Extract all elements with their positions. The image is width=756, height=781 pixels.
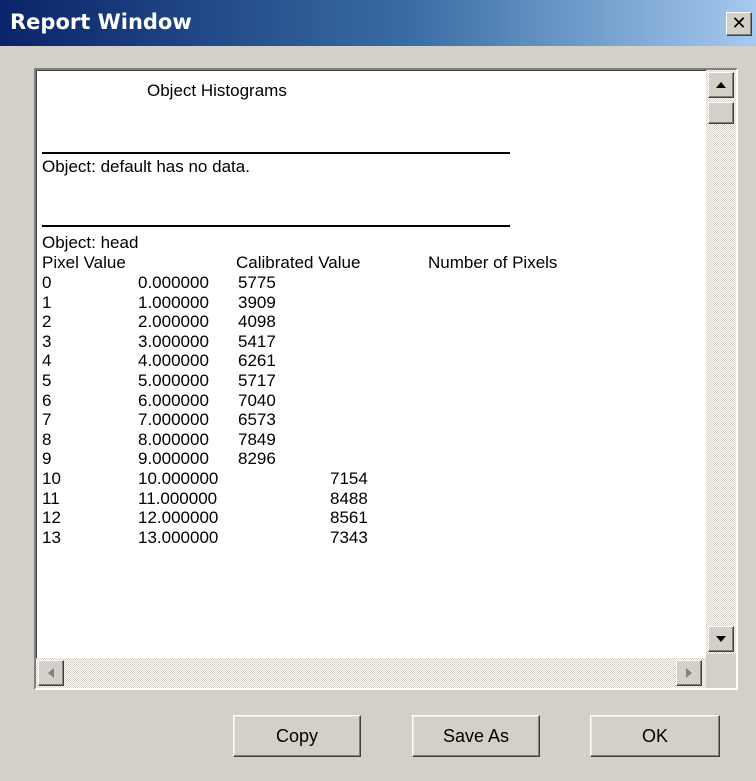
- pixel-value-cell: 10: [42, 469, 61, 488]
- calibrated-value-cell: 6.000000: [138, 391, 209, 410]
- copy-button[interactable]: Copy: [233, 715, 361, 757]
- pixel-value-cell: 13: [42, 528, 61, 547]
- calibrated-value-cell: 13.000000: [138, 528, 219, 547]
- pixel-count-cell: 8561: [330, 508, 368, 527]
- calibrated-value-cell: 11.000000: [138, 489, 218, 508]
- calibrated-value-cell: 0.000000: [138, 273, 209, 292]
- pixel-value-cell: 5: [42, 371, 52, 390]
- calibrated-value-cell: 2.000000: [138, 312, 209, 331]
- column-header-calibrated-value: Calibrated Value: [236, 253, 361, 272]
- pixel-value-cell: 12: [42, 508, 61, 527]
- horizontal-scrollbar[interactable]: [36, 658, 706, 688]
- arrow-right-icon: [686, 668, 692, 678]
- separator-line: [42, 225, 510, 227]
- scrollbar-corner: [706, 654, 736, 688]
- ok-button[interactable]: OK: [590, 715, 720, 757]
- calibrated-value-cell: 12.000000: [138, 508, 219, 527]
- scroll-up-button[interactable]: [708, 72, 734, 98]
- pixel-value-cell: 11: [42, 489, 60, 508]
- no-data-line: Object: default has no data.: [42, 157, 250, 176]
- pixel-count-cell: 4098: [238, 312, 276, 331]
- calibrated-value-cell: 3.000000: [138, 332, 209, 351]
- column-header-number-of-pixels: Number of Pixels: [428, 253, 558, 272]
- pixel-count-cell: 7849: [238, 430, 276, 449]
- pixel-value-cell: 9: [42, 449, 52, 468]
- scroll-right-button[interactable]: [676, 660, 702, 686]
- pixel-value-cell: 6: [42, 391, 52, 410]
- pixel-count-cell: 7154: [330, 469, 368, 488]
- calibrated-value-cell: 7.000000: [138, 410, 209, 429]
- report-text-area[interactable]: Object Histograms Object: default has no…: [34, 68, 738, 690]
- pixel-count-cell: 5717: [238, 371, 276, 390]
- pixel-count-cell: 3909: [238, 293, 276, 312]
- pixel-value-cell: 4: [42, 351, 52, 370]
- arrow-down-icon: [716, 636, 726, 642]
- close-icon: ✕: [731, 13, 747, 34]
- scroll-down-button[interactable]: [708, 626, 734, 652]
- object-line: Object: head: [42, 233, 139, 252]
- save-as-button[interactable]: Save As: [412, 715, 540, 757]
- pixel-value-cell: 1: [42, 293, 52, 312]
- pixel-count-cell: 6261: [238, 351, 276, 370]
- pixel-value-cell: 2: [42, 312, 52, 331]
- calibrated-value-cell: 5.000000: [138, 371, 209, 390]
- pixel-value-cell: 8: [42, 430, 52, 449]
- pixel-count-cell: 6573: [238, 410, 276, 429]
- report-content: Object Histograms Object: default has no…: [40, 72, 704, 652]
- calibrated-value-cell: 4.000000: [138, 351, 209, 370]
- calibrated-value-cell: 8.000000: [138, 430, 209, 449]
- pixel-count-cell: 7343: [330, 528, 368, 547]
- pixel-count-cell: 8296: [238, 449, 276, 468]
- pixel-count-cell: 5417: [238, 332, 276, 351]
- scroll-left-button[interactable]: [38, 660, 64, 686]
- window-title: Report Window: [10, 10, 192, 34]
- separator-line: [42, 152, 510, 154]
- close-button[interactable]: ✕: [726, 12, 752, 36]
- report-heading: Object Histograms: [147, 81, 287, 100]
- column-header-pixel-value: Pixel Value: [42, 253, 126, 272]
- pixel-value-cell: 3: [42, 332, 52, 351]
- calibrated-value-cell: 10.000000: [138, 469, 219, 488]
- title-bar[interactable]: Report Window ✕: [0, 0, 756, 46]
- arrow-left-icon: [48, 668, 54, 678]
- calibrated-value-cell: 9.000000: [138, 449, 209, 468]
- pixel-count-cell: 7040: [238, 391, 276, 410]
- calibrated-value-cell: 1.000000: [138, 293, 209, 312]
- pixel-value-cell: 0: [42, 273, 52, 292]
- pixel-value-cell: 7: [42, 410, 52, 429]
- vertical-scrollbar[interactable]: [706, 70, 736, 654]
- pixel-count-cell: 8488: [330, 489, 368, 508]
- arrow-up-icon: [716, 82, 726, 88]
- vertical-scroll-thumb[interactable]: [708, 102, 734, 124]
- pixel-count-cell: 5775: [238, 273, 276, 292]
